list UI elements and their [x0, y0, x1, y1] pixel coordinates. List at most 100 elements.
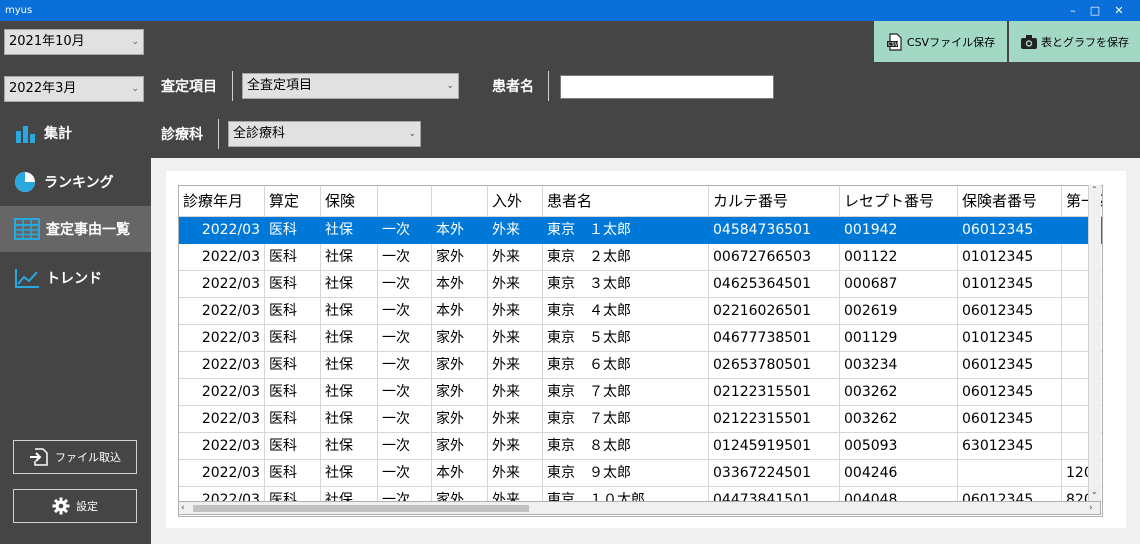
table-panel: 診療年月算定保険入外患者名カルテ番号レセプト番号保険者番号第一公2022/03医… [166, 171, 1126, 528]
nav-reasons-list[interactable]: 査定事由一覧 [0, 206, 151, 252]
column-header[interactable]: 診療年月 [179, 186, 265, 217]
table-cell: 06012345 [958, 298, 1062, 325]
column-header[interactable]: 患者名 [543, 186, 709, 217]
nav-ranking[interactable]: ランキング [0, 159, 151, 205]
minimize-button[interactable]: – [1062, 2, 1084, 19]
nav-summary-label: 集計 [44, 126, 72, 142]
column-header[interactable]: カルテ番号 [709, 186, 840, 217]
table-cell: 東京 ７太郎 [543, 379, 709, 406]
table-cell: 04584736501 [709, 217, 840, 244]
table-cell: 東京 ２太郎 [543, 244, 709, 271]
table-row[interactable]: 2022/03 医科 社保 一次 家外 外来 東京 ７太郎 02122315501 003262… [179, 379, 1102, 406]
table-cell: 01012345 [958, 325, 1062, 352]
patient-label: 患者名 [492, 79, 534, 95]
period-to-select[interactable]: 2022年3月 ⌄ [4, 76, 144, 102]
table-cell: 外来 [488, 298, 543, 325]
csv-save-button[interactable]: CSV CSVファイル保存 [874, 21, 1007, 62]
table-cell [958, 460, 1062, 487]
table-cell: 医科 [265, 460, 321, 487]
table-row[interactable]: 2022/03 医科 社保 一次 家外 外来 東京 ８太郎 01245919501 005093… [179, 433, 1102, 460]
table-cell: 外来 [488, 271, 543, 298]
table-cell: 一次 [378, 352, 432, 379]
table-header-row: 診療年月算定保険入外患者名カルテ番号レセプト番号保険者番号第一公 [179, 186, 1102, 217]
table-cell: 医科 [265, 379, 321, 406]
table-cell: 外来 [488, 244, 543, 271]
table-cell: 社保 [321, 244, 378, 271]
column-header[interactable]: レセプト番号 [840, 186, 958, 217]
scroll-right-icon[interactable]: › [1089, 502, 1093, 514]
column-header[interactable] [378, 186, 432, 217]
table-cell: 家外 [432, 379, 488, 406]
table-row[interactable]: 2022/03 医科 社保 一次 本外 外来 東京 ４太郎 02216026501 002619… [179, 298, 1102, 325]
table-cell: 東京 １太郎 [543, 217, 709, 244]
data-grid[interactable]: 診療年月算定保険入外患者名カルテ番号レセプト番号保険者番号第一公2022/03医… [178, 185, 1103, 517]
chevron-down-icon: ⌄ [408, 129, 416, 139]
assessment-value: 全査定項目 [247, 78, 313, 93]
settings-button[interactable]: 設定 [13, 489, 137, 523]
scroll-up-icon[interactable]: ⌃ [1091, 185, 1098, 194]
nav-summary[interactable]: 集計 [0, 110, 151, 156]
table-cell: 2022/03 [179, 379, 265, 406]
chevron-down-icon: ⌄ [131, 84, 139, 94]
table-cell: 一次 [378, 298, 432, 325]
table-row[interactable]: 2022/03 医科 社保 一次 家外 外来 東京 ７太郎 02122315501 003262… [179, 406, 1102, 433]
gear-icon [52, 497, 70, 515]
csv-file-icon: CSV [886, 32, 902, 51]
table-cell: 一次 [378, 433, 432, 460]
table-row[interactable]: 2022/03 医科 社保 一次 家外 外来 東京 ５太郎 04677738501 001129… [179, 325, 1102, 352]
period-from-select[interactable]: 2021年10月 ⌄ [4, 29, 144, 55]
table-cell: 04677738501 [709, 325, 840, 352]
horizontal-scrollbar[interactable]: ‹ › [178, 501, 1101, 515]
scroll-left-icon[interactable]: ‹ [181, 502, 185, 514]
table-cell: 2022/03 [179, 298, 265, 325]
table-row[interactable]: 2022/03 医科 社保 一次 本外 外来 東京 １太郎 04584736501 001942… [179, 217, 1102, 244]
column-header[interactable] [432, 186, 488, 217]
bar-chart-icon [16, 126, 35, 143]
maximize-button[interactable]: □ [1084, 2, 1106, 19]
table-cell: 社保 [321, 352, 378, 379]
table-cell: 外来 [488, 406, 543, 433]
table-cell: 一次 [378, 217, 432, 244]
assessment-select[interactable]: 全査定項目 ⌄ [242, 73, 459, 99]
table-cell: 社保 [321, 460, 378, 487]
table-row[interactable]: 2022/03 医科 社保 一次 本外 外来 東京 ９太郎 03367224501 004246… [179, 460, 1102, 487]
table-row[interactable]: 2022/03 医科 社保 一次 本外 外来 東京 ３太郎 04625364501 000687… [179, 271, 1102, 298]
table-cell: 医科 [265, 352, 321, 379]
csv-save-label: CSVファイル保存 [906, 35, 996, 49]
column-header[interactable]: 入外 [488, 186, 543, 217]
scroll-down-icon[interactable]: ⌄ [1091, 487, 1098, 496]
table-cell: 社保 [321, 271, 378, 298]
table-cell: 外来 [488, 352, 543, 379]
vertical-scrollbar[interactable]: ⌃ ⌄ [1088, 185, 1101, 501]
table-cell: 社保 [321, 325, 378, 352]
file-import-label: ファイル取込 [55, 451, 121, 464]
file-import-button[interactable]: ファイル取込 [13, 440, 137, 474]
table-cell: 001129 [840, 325, 958, 352]
chevron-down-icon: ⌄ [131, 37, 139, 47]
table-cell: 01012345 [958, 271, 1062, 298]
table-cell: 社保 [321, 298, 378, 325]
nav-trend[interactable]: トレンド [0, 255, 151, 301]
column-header[interactable]: 算定 [265, 186, 321, 217]
column-header[interactable]: 保険 [321, 186, 378, 217]
divider [548, 71, 549, 101]
table-cell: 01245919501 [709, 433, 840, 460]
table-cell: 東京 ７太郎 [543, 406, 709, 433]
table-cell: 東京 ５太郎 [543, 325, 709, 352]
table-cell: 003262 [840, 406, 958, 433]
scroll-thumb[interactable] [193, 505, 529, 512]
table-cell: 医科 [265, 217, 321, 244]
table-cell: 家外 [432, 352, 488, 379]
table-row[interactable]: 2022/03 医科 社保 一次 家外 外来 東京 ６太郎 02653780501 003234… [179, 352, 1102, 379]
column-header[interactable]: 保険者番号 [958, 186, 1062, 217]
table-cell: 東京 ３太郎 [543, 271, 709, 298]
save-table-graph-button[interactable]: 表とグラフを保存 [1009, 21, 1140, 62]
table-row[interactable]: 2022/03 医科 社保 一次 家外 外来 東京 ２太郎 00672766503 001122… [179, 244, 1102, 271]
table-cell: 06012345 [958, 406, 1062, 433]
table-cell: 2022/03 [179, 433, 265, 460]
close-button[interactable]: ✕ [1108, 2, 1130, 19]
patient-name-input[interactable] [560, 75, 774, 99]
department-select[interactable]: 全診療科 ⌄ [228, 121, 421, 147]
chevron-down-icon: ⌄ [446, 81, 454, 91]
table-cell: 00672766503 [709, 244, 840, 271]
